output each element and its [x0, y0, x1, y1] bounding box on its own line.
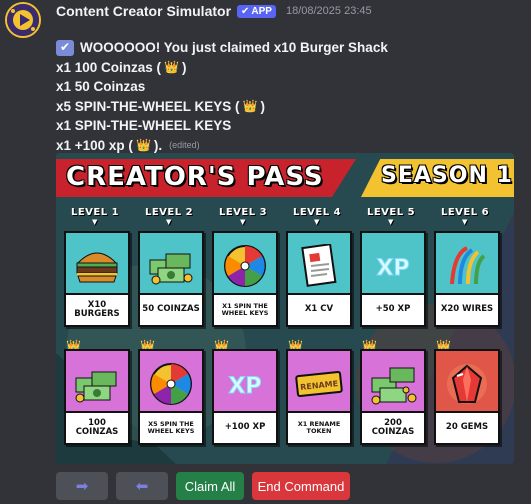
reward-label: X1 RENAME TOKEN — [288, 411, 350, 443]
message-line: x5 SPIN-THE-WHEEL KEYS (👑) — [56, 97, 516, 117]
level-label: LEVEL 6 ▼ — [440, 207, 490, 226]
reward-card: X1 CV — [286, 231, 352, 327]
reward-card-premium: RENAME X1 RENAME TOKEN — [286, 349, 352, 445]
rename-token-icon: RENAME — [288, 357, 350, 411]
reward-card-premium: 200 COINZAS — [360, 349, 426, 445]
gem-icon — [436, 357, 498, 411]
reward-label: +50 XP — [362, 293, 424, 325]
username[interactable]: Content Creator Simulator — [56, 3, 231, 19]
claim-all-button[interactable]: Claim All — [176, 472, 244, 500]
action-row: ➡ ⬅ Claim All End Command — [56, 472, 350, 500]
level-label: LEVEL 4 ▼ — [292, 207, 342, 226]
reward-label: +100 XP — [214, 411, 276, 443]
money-stack-icon — [362, 357, 424, 411]
spin-wheel-icon — [140, 357, 202, 411]
wires-icon — [436, 239, 498, 293]
svg-text:XP: XP — [376, 256, 409, 281]
cv-document-icon — [288, 239, 350, 293]
reward-card: X1 SPIN THE WHEEL KEYS — [212, 231, 278, 327]
reward-card: XP +50 XP — [360, 231, 426, 327]
svg-text:XP: XP — [228, 374, 261, 399]
play-logo-icon — [7, 4, 39, 36]
reward-label: X10 BURGERS — [66, 293, 128, 325]
money-stack-icon — [140, 239, 202, 293]
arrow-right-icon: ➡ — [75, 478, 89, 495]
pass-title: CREATOR'S PASS — [66, 162, 324, 192]
level-label: LEVEL 1 ▼ — [70, 207, 120, 226]
reward-label: X5 SPIN THE WHEEL KEYS — [140, 411, 202, 443]
reward-label: 100 COINZAS — [66, 411, 128, 443]
checkbox-icon: ✔ — [56, 39, 74, 56]
money-stack-icon — [66, 357, 128, 411]
arrow-left-icon: ⬅ — [135, 478, 149, 495]
level-label: LEVEL 5 ▼ — [366, 207, 416, 226]
season-title: SEASON 1 — [381, 163, 513, 188]
reward-card: 50 COINZAS — [138, 231, 204, 327]
reward-card-premium: XP +100 XP — [212, 349, 278, 445]
next-page-button[interactable]: ➡ — [56, 472, 108, 500]
prev-page-button[interactable]: ⬅ — [116, 472, 168, 500]
reward-card-premium: X5 SPIN THE WHEEL KEYS — [138, 349, 204, 445]
reward-card: X10 BURGERS — [64, 231, 130, 327]
end-command-button[interactable]: End Command — [252, 472, 350, 500]
reward-card-premium: 20 GEMS — [434, 349, 500, 445]
message-line: x1 SPIN-THE-WHEEL KEYS — [56, 118, 232, 133]
crown-icon: 👑 — [242, 98, 258, 113]
reward-card-premium: 100 COINZAS — [64, 349, 130, 445]
message-body: ✔ WOOOOOO! You just claimed x10 Burger S… — [56, 38, 516, 155]
reward-label: X1 SPIN THE WHEEL KEYS — [214, 293, 276, 325]
spin-wheel-icon — [214, 239, 276, 293]
crown-icon: 👑 — [164, 59, 179, 74]
message-header: Content Creator Simulator ✔ APP 18/08/202… — [56, 2, 372, 20]
burger-icon — [66, 239, 128, 293]
creators-pass-image[interactable]: CREATOR'S PASS SEASON 1 LEVEL 1 ▼ LEVEL 2… — [56, 153, 514, 464]
reward-label: 50 COINZAS — [140, 293, 202, 325]
reward-card: X20 WIRES — [434, 231, 500, 327]
xp-icon: XP — [362, 239, 424, 293]
reward-label: 20 GEMS — [436, 411, 498, 443]
levels-row: LEVEL 1 ▼ LEVEL 2 ▼ LEVEL 3 ▼ LEVEL 4 ▼ LEVE… — [56, 207, 514, 227]
xp-icon: XP — [214, 357, 276, 411]
timestamp: 18/08/2025 23:45 — [285, 5, 372, 17]
app-badge: ✔ APP — [237, 4, 276, 18]
verified-check-icon: ✔ — [241, 5, 250, 17]
reward-label: X1 CV — [288, 293, 350, 325]
level-label: LEVEL 3 ▼ — [218, 207, 268, 226]
message-line: x1 100 Coinzas (👑) — [56, 58, 516, 78]
reward-label: 200 COINZAS — [362, 411, 424, 443]
bot-avatar[interactable] — [5, 2, 41, 38]
reward-label: X20 WIRES — [436, 293, 498, 325]
level-label: LEVEL 2 ▼ — [144, 207, 194, 226]
message-line: ✔ WOOOOOO! You just claimed x10 Burger S… — [56, 38, 516, 58]
message-line: x1 50 Coinzas — [56, 79, 146, 94]
